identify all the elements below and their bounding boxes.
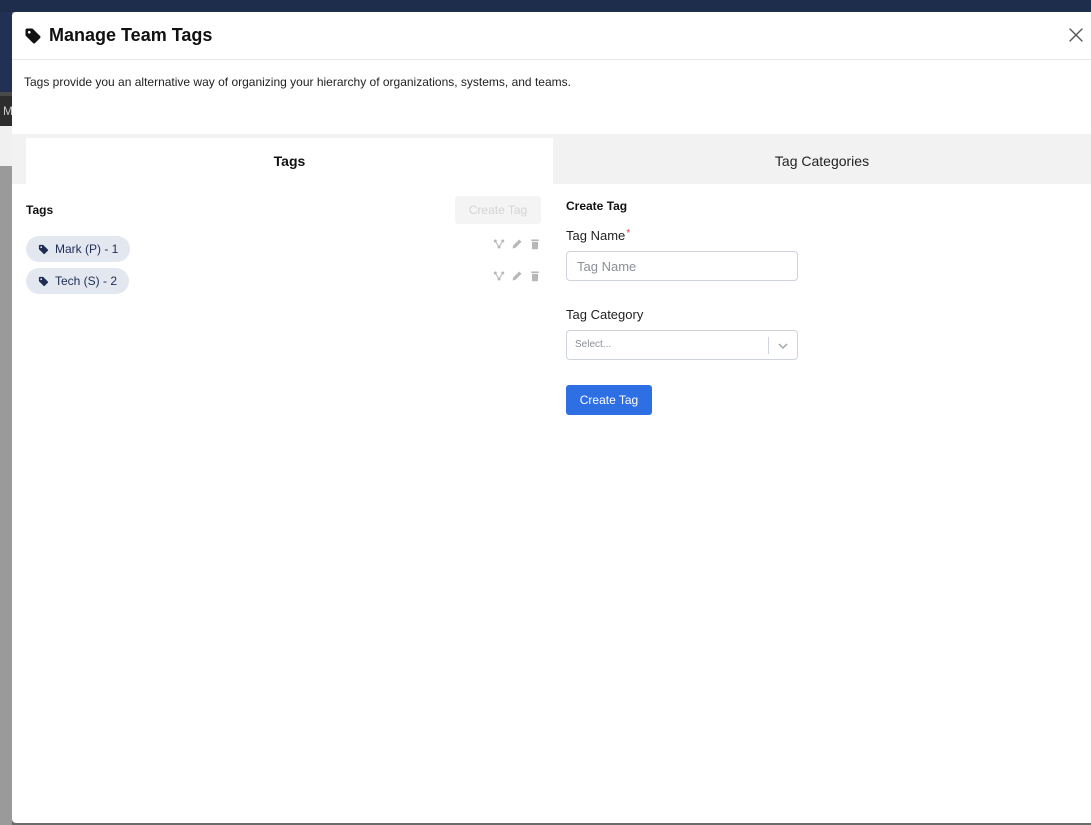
required-mark: *	[626, 228, 631, 239]
create-tag-submit-button[interactable]: Create Tag	[566, 385, 652, 415]
tag-label: Mark (P) - 1	[55, 242, 119, 256]
tag-category-label: Tag Category	[566, 307, 644, 322]
modal-description: Tags provide you an alternative way of o…	[24, 75, 571, 89]
backdrop-left-strip: M	[0, 12, 12, 825]
create-tag-heading: Create Tag	[566, 199, 628, 213]
tab-tags[interactable]: Tags	[26, 138, 553, 184]
tag-name-input[interactable]	[566, 251, 798, 281]
manage-team-tags-modal: Manage Team Tags Tags provide you an alt…	[12, 12, 1091, 823]
backdrop-top-bar	[0, 0, 1091, 12]
tag-pill-mark[interactable]: Mark (P) - 1	[26, 236, 131, 262]
pencil-icon[interactable]	[511, 270, 523, 282]
tag-name-label-text: Tag Name	[566, 228, 626, 243]
hierarchy-icon[interactable]	[493, 238, 505, 250]
tag-icon	[38, 244, 49, 254]
trash-icon[interactable]	[529, 238, 541, 250]
modal-title: Manage Team Tags	[24, 25, 212, 46]
tag-icon	[25, 28, 41, 43]
tag-row: Mark (P) - 1	[26, 236, 541, 262]
backdrop-partial-letter: M	[0, 96, 12, 126]
tag-icon	[38, 276, 49, 286]
tag-row: Tech (S) - 2	[26, 268, 541, 294]
tag-pill-tech[interactable]: Tech (S) - 2	[26, 268, 130, 294]
tag-label: Tech (S) - 2	[55, 274, 118, 288]
pencil-icon[interactable]	[511, 238, 523, 250]
hierarchy-icon[interactable]	[493, 270, 505, 282]
chevron-down-icon	[778, 343, 788, 349]
close-icon[interactable]	[1067, 26, 1085, 44]
modal-title-text: Manage Team Tags	[49, 25, 213, 45]
create-tag-button-disabled[interactable]: Create Tag	[455, 196, 541, 224]
tab-bar: Tags Tag Categories	[12, 134, 1091, 184]
tab-tag-categories[interactable]: Tag Categories	[553, 138, 1091, 184]
modal-header: Manage Team Tags	[12, 12, 1091, 60]
tag-actions	[493, 270, 541, 282]
trash-icon[interactable]	[529, 270, 541, 282]
tags-list-heading: Tags	[26, 203, 54, 217]
tag-name-label: Tag Name*	[566, 228, 630, 243]
tag-category-placeholder: Select...	[575, 339, 612, 350]
tag-actions	[493, 238, 541, 250]
select-separator	[768, 337, 769, 354]
tag-category-select[interactable]: Select...	[566, 330, 798, 360]
